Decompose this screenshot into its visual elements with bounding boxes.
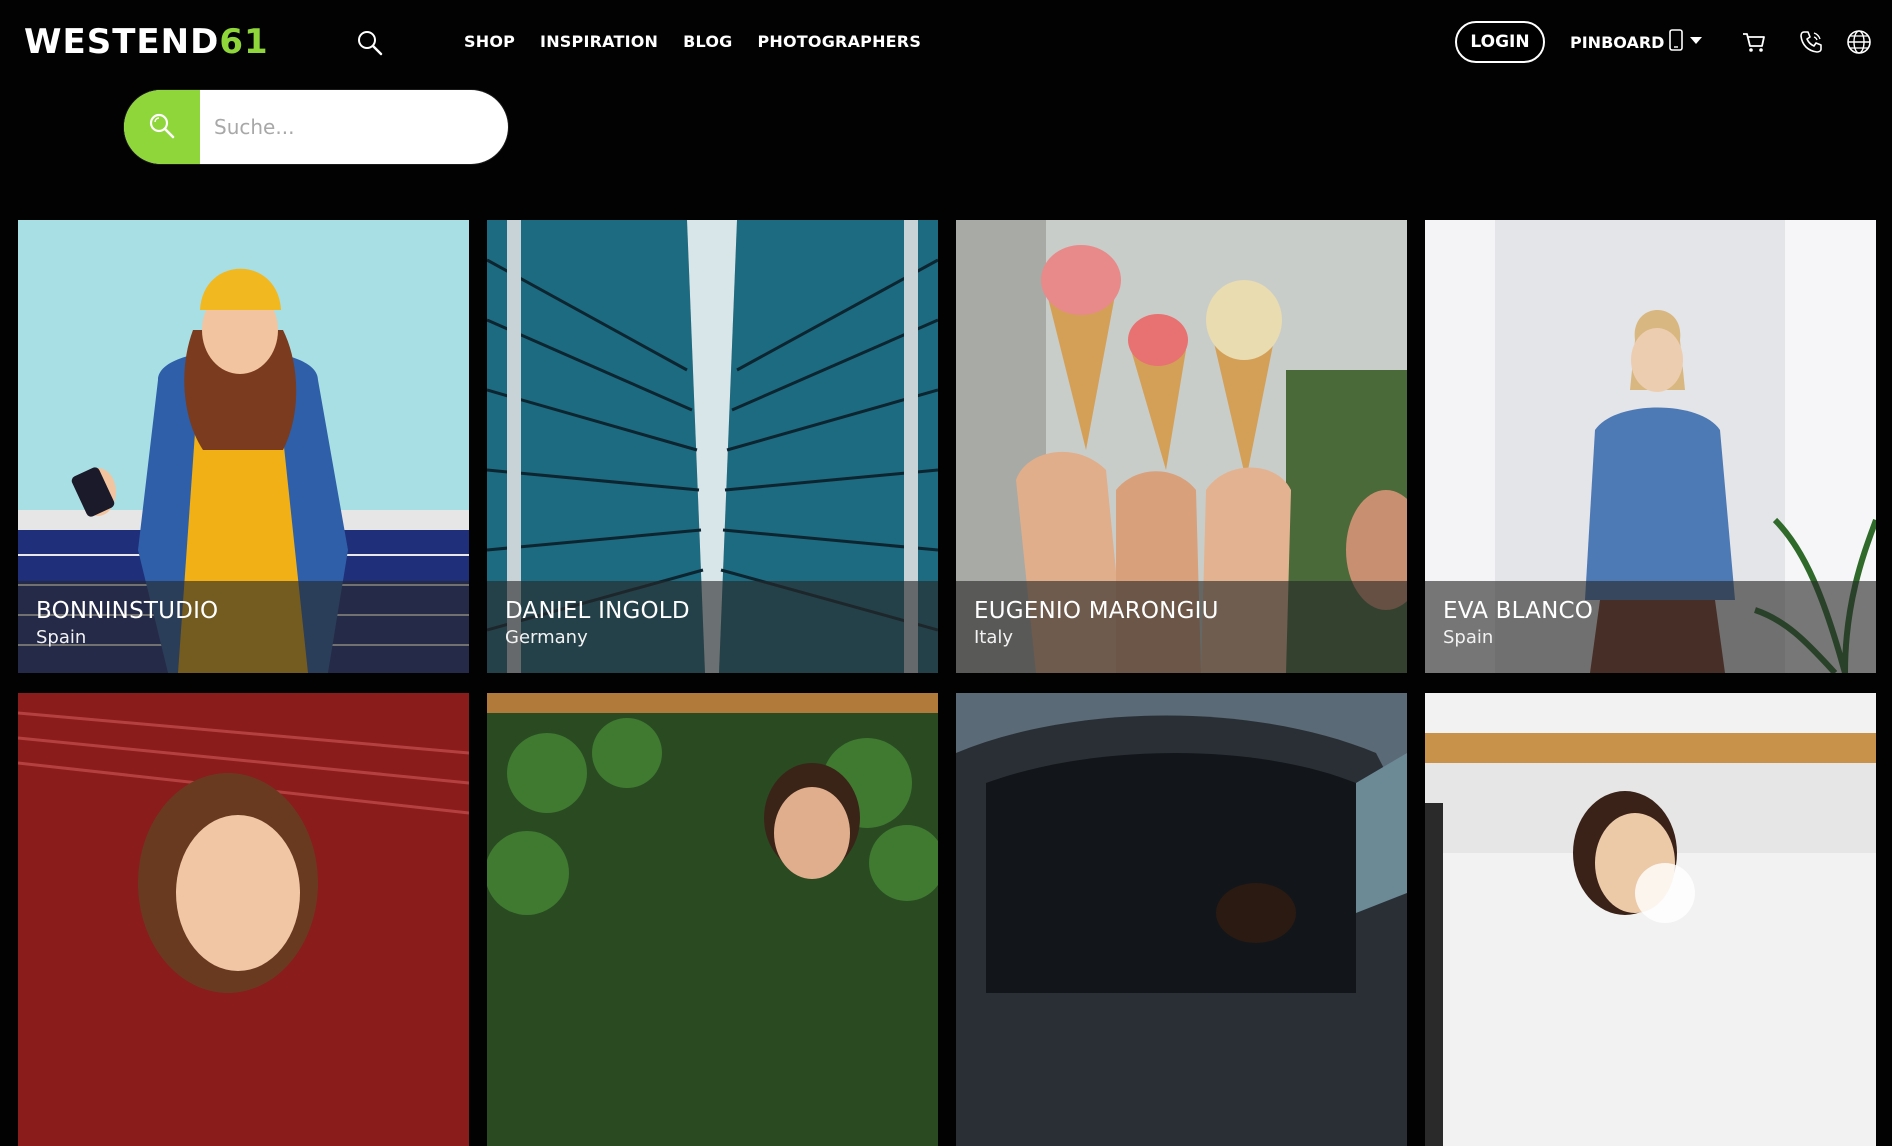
photographer-name: DANIEL INGOLD <box>505 598 690 624</box>
logo-text: WESTEND <box>24 22 220 62</box>
photographer-country: Spain <box>36 627 87 648</box>
phone-call-icon[interactable] <box>1797 28 1825 56</box>
photographer-name: BONNINSTUDIO <box>36 598 219 624</box>
photographer-caption: EUGENIO MARONGIU Italy <box>956 581 1407 673</box>
photographer-name: EUGENIO MARONGIU <box>974 598 1219 624</box>
nav-blog[interactable]: BLOG <box>683 30 732 54</box>
chevron-down-icon <box>1688 32 1704 52</box>
globe-icon[interactable] <box>1845 28 1873 56</box>
photographer-card[interactable] <box>18 693 469 1146</box>
photographer-photo <box>1425 693 1876 1146</box>
photographer-caption: DANIEL INGOLD Germany <box>487 581 938 673</box>
nav-inspiration[interactable]: INSPIRATION <box>540 30 658 54</box>
top-navigation-bar: WESTEND61 SHOP INSPIRATION BLOG PHOTOGRA… <box>0 0 1892 84</box>
photographer-photo <box>956 693 1407 1146</box>
photographer-name: EVA BLANCO <box>1443 598 1594 624</box>
phone-device-icon <box>1668 29 1684 55</box>
photographer-photo <box>487 693 938 1146</box>
search-icon[interactable] <box>355 28 385 58</box>
main-navigation: SHOP INSPIRATION BLOG PHOTOGRAPHERS <box>464 30 921 54</box>
pinboard-label: PINBOARD <box>1570 32 1665 52</box>
photographer-grid: BONNINSTUDIO Spain DANIEL INGOLD Germany… <box>18 220 1878 1146</box>
photographer-country: Spain <box>1443 627 1494 648</box>
photographer-card[interactable]: EUGENIO MARONGIU Italy <box>956 220 1407 673</box>
photographer-photo <box>18 693 469 1146</box>
login-button[interactable]: LOGIN <box>1455 21 1545 63</box>
logo-accent-text: 61 <box>219 22 269 62</box>
photographer-card[interactable]: BONNINSTUDIO Spain <box>18 220 469 673</box>
search-box <box>124 90 508 164</box>
search-submit-button[interactable] <box>124 90 200 164</box>
search-icon <box>146 110 178 145</box>
pinboard-dropdown[interactable]: PINBOARD <box>1570 28 1704 56</box>
nav-shop[interactable]: SHOP <box>464 30 515 54</box>
photographer-card[interactable] <box>1425 693 1876 1146</box>
photographer-caption: EVA BLANCO Spain <box>1425 581 1876 673</box>
photographer-country: Italy <box>974 627 1014 648</box>
photographer-caption: BONNINSTUDIO Spain <box>18 581 469 673</box>
cart-icon[interactable] <box>1740 28 1768 56</box>
photographer-card[interactable] <box>487 693 938 1146</box>
photographer-card[interactable]: EVA BLANCO Spain <box>1425 220 1876 673</box>
nav-photographers[interactable]: PHOTOGRAPHERS <box>757 30 921 54</box>
photographer-country: Germany <box>505 627 588 648</box>
photographer-card[interactable]: DANIEL INGOLD Germany <box>487 220 938 673</box>
photographer-card[interactable] <box>956 693 1407 1146</box>
search-input[interactable] <box>200 90 508 164</box>
site-logo[interactable]: WESTEND61 <box>24 22 269 62</box>
